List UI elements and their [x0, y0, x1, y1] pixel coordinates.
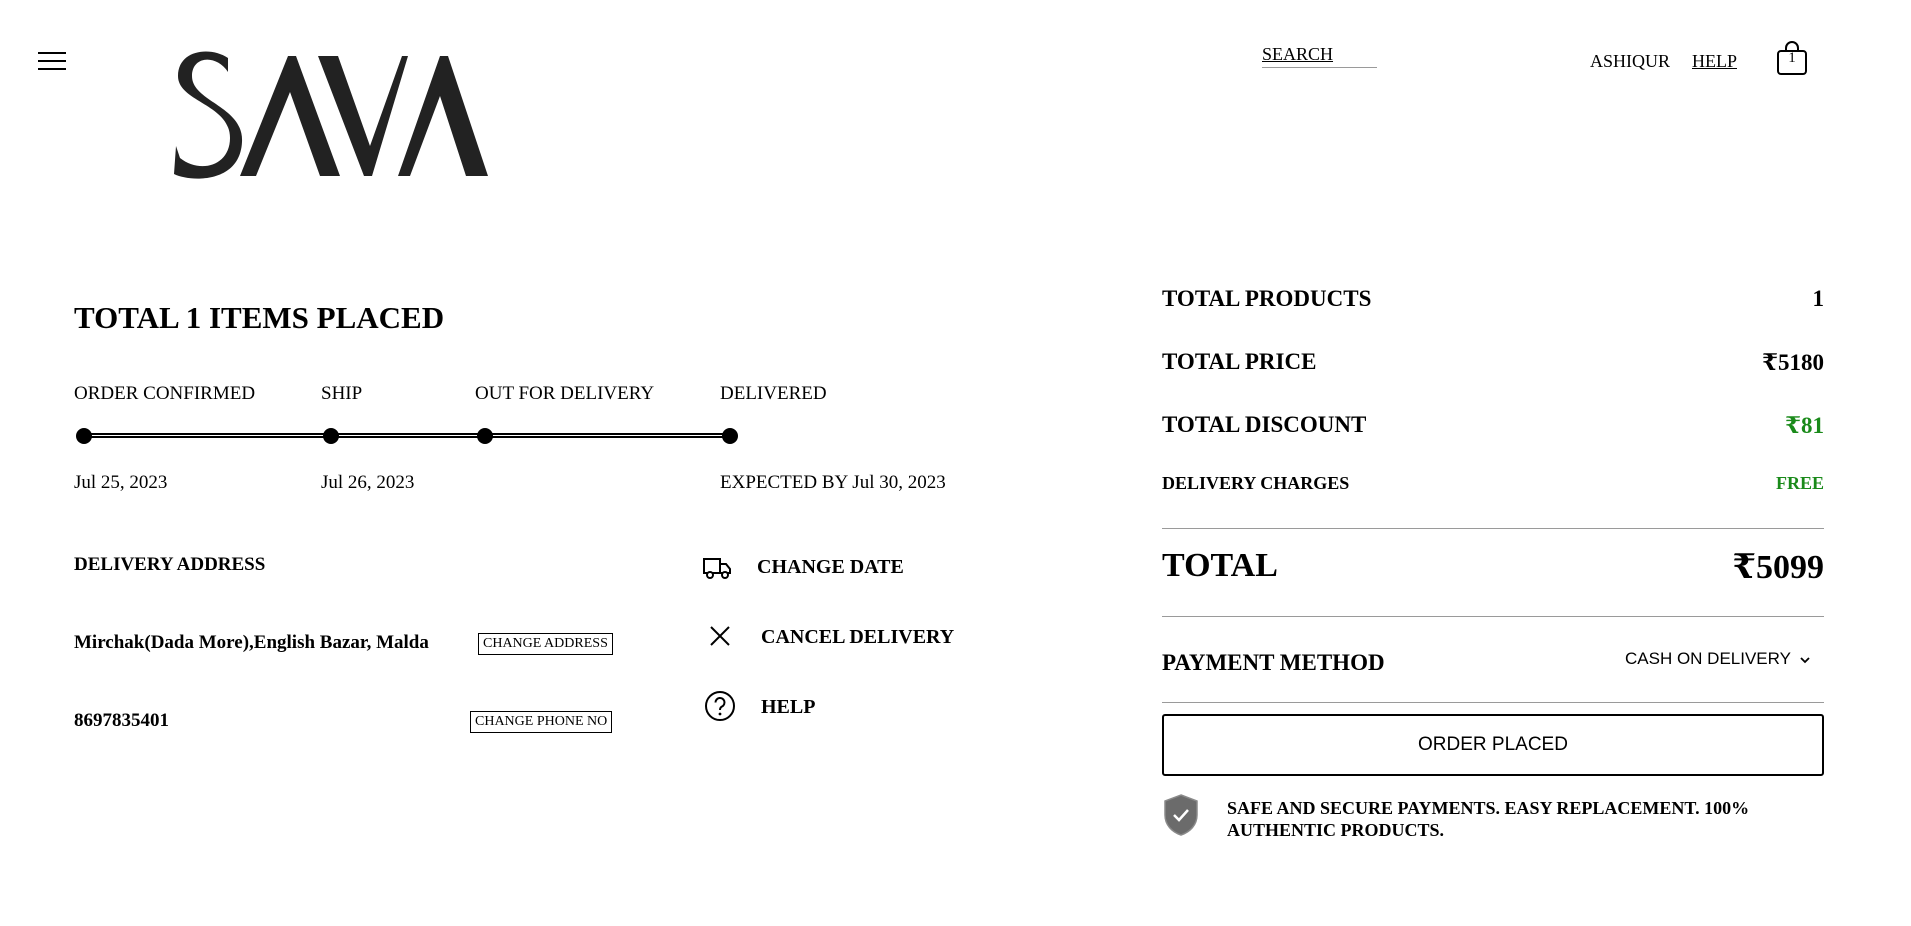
close-icon[interactable]: [708, 624, 732, 653]
payment-method-dropdown[interactable]: CASH ON DELIVERY: [1625, 649, 1811, 670]
total-price-label: TOTAL PRICE: [1162, 349, 1317, 374]
step-label-order-confirmed: ORDER CONFIRMED: [74, 383, 256, 404]
header-help-link[interactable]: HELP: [1692, 51, 1737, 72]
summary-divider: [1162, 528, 1824, 529]
total-price-value: ₹5180: [1761, 350, 1824, 375]
brand-logo[interactable]: [170, 46, 490, 186]
secure-payment-notice: SAFE AND SECURE PAYMENTS. EASY REPLACEME…: [1227, 798, 1750, 840]
total-products-label: TOTAL PRODUCTS: [1162, 286, 1372, 311]
help-action[interactable]: HELP: [761, 696, 815, 719]
delivery-address-heading: DELIVERY ADDRESS: [74, 554, 266, 575]
total-discount-label: TOTAL DISCOUNT: [1162, 412, 1367, 437]
step-date-order-confirmed: Jul 25, 2023: [74, 472, 168, 493]
step-dot-order-confirmed: [76, 428, 92, 444]
payment-method-label: PAYMENT METHOD: [1162, 650, 1385, 675]
step-dot-ship: [323, 428, 339, 444]
step-dot-out-for-delivery: [477, 428, 493, 444]
search-label[interactable]: SEARCH: [1262, 44, 1333, 64]
change-address-button[interactable]: CHANGE ADDRESS: [478, 633, 613, 655]
total-discount-value: ₹81: [1784, 413, 1824, 438]
order-progress-track: [84, 433, 731, 438]
user-name[interactable]: ASHIQUR: [1590, 51, 1670, 72]
change-phone-button[interactable]: CHANGE PHONE NO: [470, 711, 613, 733]
delivery-phone-number: 8697835401: [74, 710, 169, 731]
cancel-delivery-action[interactable]: CANCEL DELIVERY: [761, 626, 954, 649]
step-date-delivered: EXPECTED BY Jul 30, 2023: [720, 472, 946, 493]
sava-logo-mark: [174, 51, 488, 179]
step-label-out-for-delivery: OUT FOR DELIVERY: [475, 383, 655, 404]
delivery-charges-label: DELIVERY CHARGES: [1162, 473, 1350, 493]
step-dot-delivered: [722, 428, 738, 444]
delivery-charges-value: FREE: [1775, 473, 1824, 493]
grand-total-value: ₹5099: [1732, 549, 1824, 586]
summary-divider: [1162, 616, 1824, 617]
truck-icon[interactable]: [702, 555, 732, 586]
payment-method-value[interactable]: CASH ON DELIVERY: [1625, 649, 1791, 668]
question-circle-icon[interactable]: [704, 690, 736, 727]
cart-count-badge: 1: [1788, 50, 1796, 66]
shield-check-icon: [1162, 793, 1200, 842]
step-label-delivered: DELIVERED: [720, 383, 827, 404]
summary-divider: [1162, 702, 1824, 703]
change-date-action[interactable]: CHANGE DATE: [757, 556, 904, 579]
step-label-ship: SHIP: [321, 383, 363, 404]
total-products-value: 1: [1812, 286, 1825, 311]
order-placed-button[interactable]: ORDER PLACED: [1162, 714, 1824, 776]
step-date-ship: Jul 26, 2023: [321, 472, 415, 493]
chevron-down-icon[interactable]: [1799, 650, 1811, 670]
hamburger-menu-icon[interactable]: [38, 52, 66, 70]
items-placed-title: TOTAL 1 ITEMS PLACED: [74, 300, 445, 335]
grand-total-label: TOTAL: [1162, 547, 1278, 584]
search-link[interactable]: SEARCH: [1262, 44, 1377, 68]
delivery-address-text: Mirchak(Dada More),English Bazar, Malda: [74, 632, 429, 653]
